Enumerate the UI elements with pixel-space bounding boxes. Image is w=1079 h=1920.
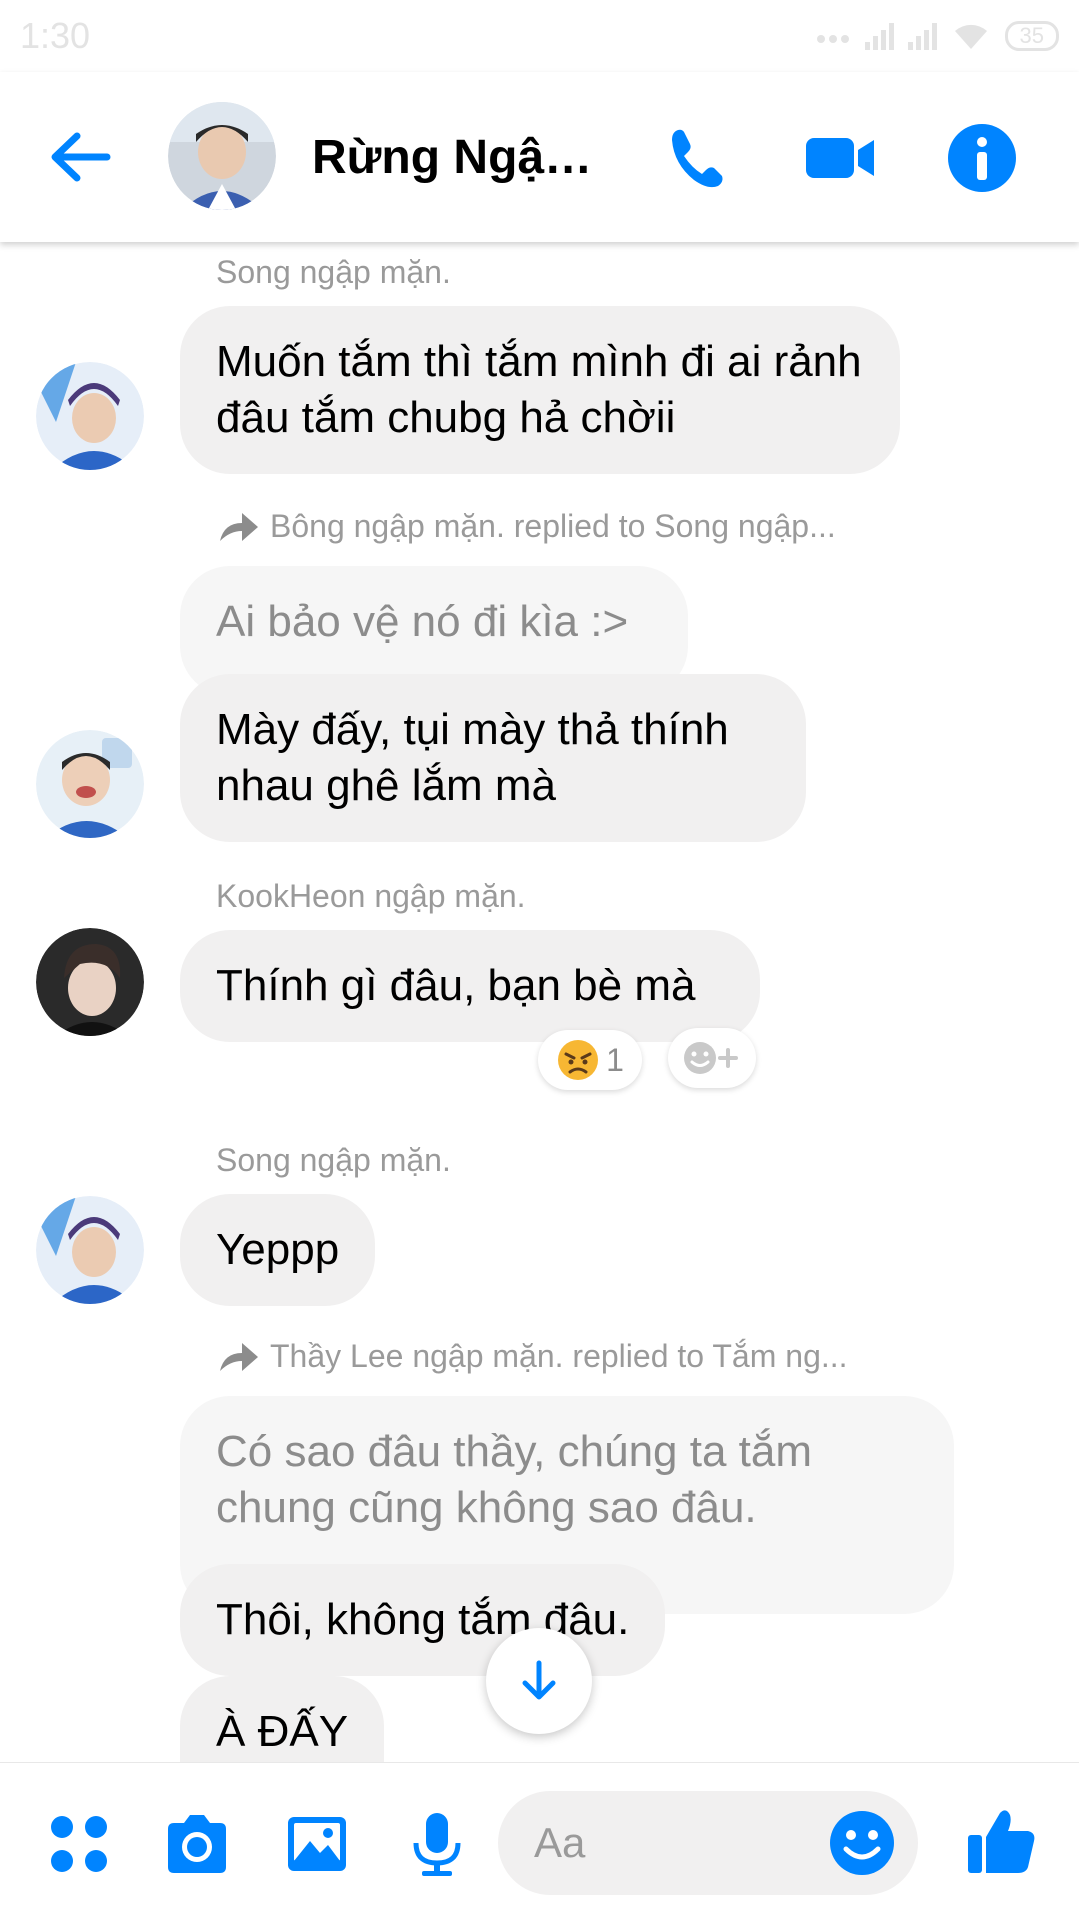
message-sender-name: Song ngập mặn. — [216, 1142, 451, 1178]
reply-label: Bông ngập mặn. replied to Song ngập... — [218, 508, 836, 545]
add-reaction-button[interactable] — [668, 1028, 756, 1088]
microphone-icon[interactable] — [402, 1809, 472, 1879]
battery-indicator: 35 — [1004, 21, 1059, 51]
message-input-placeholder: Aa — [534, 1819, 586, 1866]
reply-label-text: Bông ngập mặn. replied to Song ngập... — [270, 508, 836, 544]
reply-label-text: Thầy Lee ngập mặn. replied to Tắm ng... — [270, 1338, 848, 1374]
conversation-header: Rừng Ngập... — [0, 72, 1079, 242]
camera-icon[interactable] — [162, 1809, 232, 1879]
message-bubble[interactable]: Muốn tắm thì tắm mình đi ai rảnh đâu tắm… — [180, 306, 900, 474]
notification-dots-icon — [815, 22, 851, 50]
info-icon[interactable] — [944, 120, 1020, 196]
message-bubble[interactable]: Thôi, không tắm đâu. — [180, 1564, 666, 1676]
phone-icon[interactable] — [660, 120, 736, 196]
apps-grid-icon[interactable] — [44, 1809, 114, 1879]
gallery-icon[interactable] — [282, 1809, 352, 1879]
message-input[interactable]: Aa — [498, 1791, 918, 1895]
emoji-icon[interactable] — [826, 1807, 898, 1879]
message-sender-name: Song ngập mặn. — [216, 254, 451, 290]
video-camera-icon[interactable] — [802, 120, 878, 196]
message-composer: Aa — [0, 1762, 1079, 1920]
signal-icon — [864, 22, 894, 50]
reply-label: Thầy Lee ngập mặn. replied to Tắm ng... — [218, 1338, 848, 1375]
reply-arrow-icon — [220, 1342, 258, 1371]
status-bar: 1:30 35 — [0, 0, 1079, 72]
wifi-icon — [954, 24, 987, 49]
sender-avatar[interactable] — [36, 362, 144, 470]
reaction-badge[interactable]: 1 — [538, 1030, 642, 1090]
group-avatar[interactable] — [168, 102, 276, 210]
message-sender-name: KookHeon ngập mặn. — [216, 878, 526, 914]
reaction-count: 1 — [606, 1041, 624, 1078]
back-arrow-icon[interactable] — [45, 122, 115, 192]
sender-avatar[interactable] — [36, 730, 144, 838]
message-bubble[interactable]: Thính gì đâu, bạn bè mà — [180, 930, 760, 1042]
status-icons: 35 — [815, 21, 1059, 51]
conversation-title[interactable]: Rừng Ngập... — [312, 130, 612, 185]
status-time: 1:30 — [20, 15, 91, 56]
arrow-down-icon — [522, 1660, 556, 1700]
add-reaction-icon — [684, 1042, 738, 1074]
message-bubble[interactable]: À ĐẤY — [180, 1676, 385, 1766]
angry-face-icon — [558, 1040, 599, 1080]
message-bubble[interactable]: Mày đấy, tụi mày thả thính nhau ghê lắm … — [180, 674, 806, 842]
sender-avatar[interactable] — [36, 1196, 144, 1304]
message-bubble[interactable]: Yeppp — [180, 1194, 376, 1306]
sender-avatar[interactable] — [36, 928, 144, 1036]
scroll-to-bottom-button[interactable] — [486, 1628, 592, 1734]
reply-arrow-icon — [220, 512, 258, 541]
thumbs-up-icon[interactable] — [964, 1803, 1040, 1879]
signal-2-icon — [907, 22, 937, 50]
